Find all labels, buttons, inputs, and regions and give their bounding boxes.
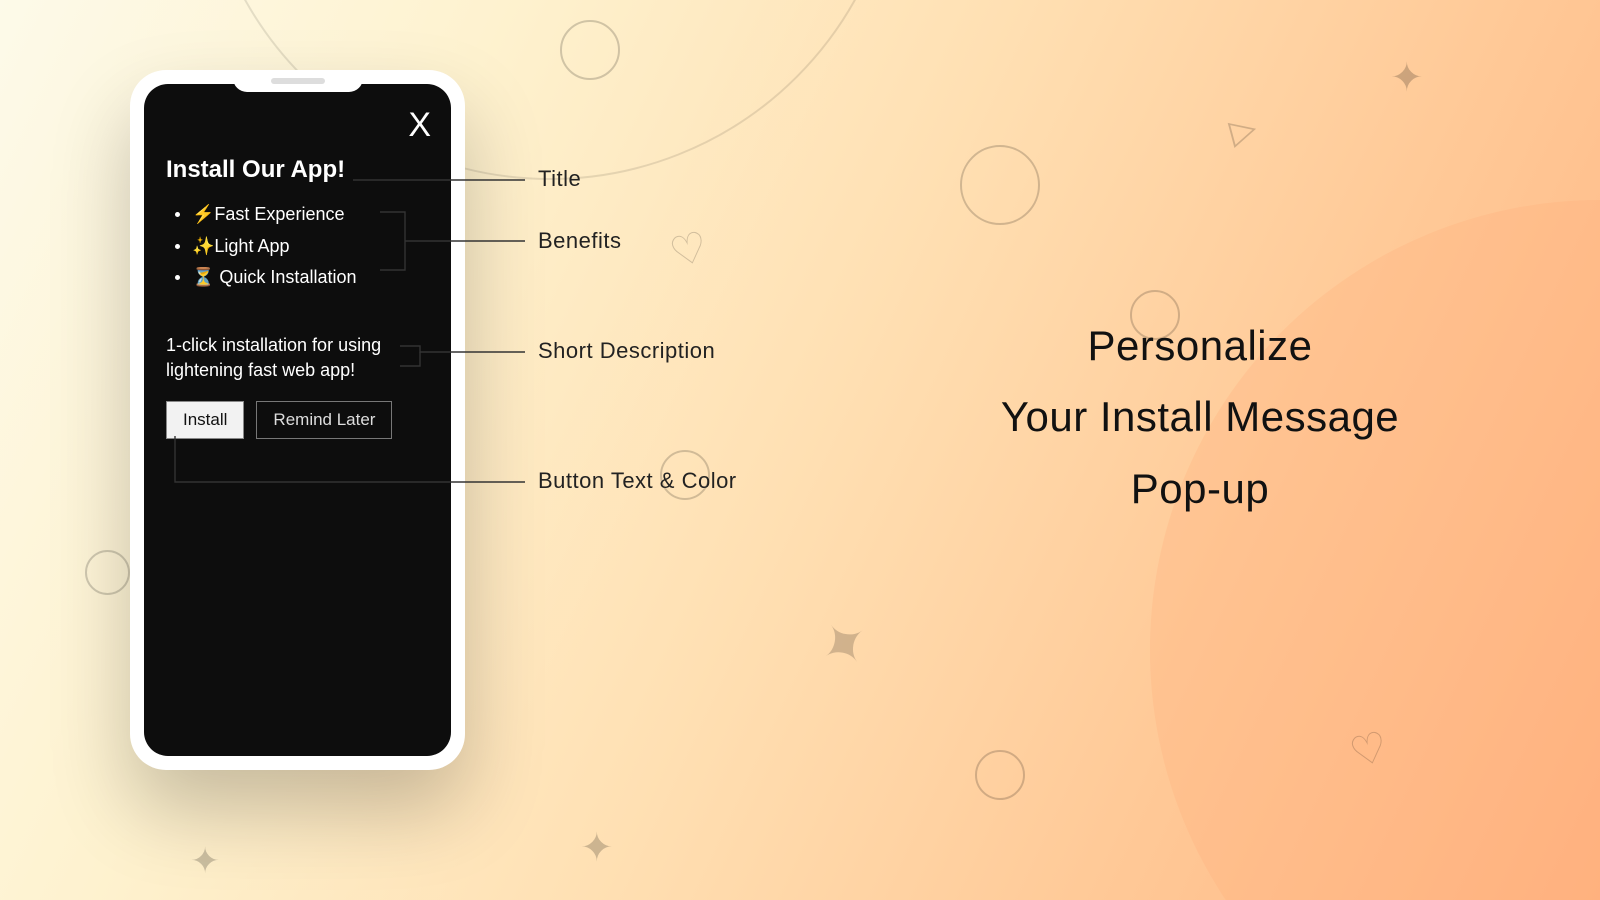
- circle-decoration: [85, 550, 130, 595]
- popup-description: 1-click installation for using lightenin…: [166, 333, 429, 383]
- headline-line: Your Install Message: [870, 381, 1530, 452]
- callout-button: Button Text & Color: [538, 468, 737, 494]
- arc-decoration: [1150, 200, 1600, 900]
- circle-decoration: [975, 750, 1025, 800]
- phone-speaker: [271, 78, 325, 84]
- sparkle-icon: ✦: [1390, 55, 1424, 101]
- sparkle-icon: ✦: [580, 825, 614, 871]
- benefit-item: ⚡Fast Experience: [192, 198, 429, 230]
- callout-description: Short Description: [538, 338, 715, 364]
- promo-stage: ✦ ✦ ✦ ♡ ♡ ✦ ▷ X Install Our App! ⚡Fast E…: [0, 0, 1600, 900]
- phone-screen: X Install Our App! ⚡Fast Experience ✨Lig…: [144, 84, 451, 756]
- marketing-headline: Personalize Your Install Message Pop-up: [870, 310, 1530, 524]
- benefit-item: ✨Light App: [192, 230, 429, 262]
- headline-line: Pop-up: [870, 453, 1530, 524]
- circle-decoration: [960, 145, 1040, 225]
- rocket-icon: ✦: [804, 602, 885, 688]
- button-row: Install Remind Later: [166, 401, 429, 439]
- popup-title: Install Our App!: [166, 156, 429, 184]
- cursor-icon: ▷: [1225, 107, 1261, 152]
- benefit-item: ⏳ Quick Installation: [192, 261, 429, 293]
- callout-benefits: Benefits: [538, 228, 622, 254]
- bell-icon: ♡: [664, 221, 713, 278]
- headline-line: Personalize: [870, 310, 1530, 381]
- sparkle-icon: ✦: [190, 840, 220, 882]
- callout-title: Title: [538, 166, 581, 192]
- remind-later-button[interactable]: Remind Later: [256, 401, 392, 439]
- install-button[interactable]: Install: [166, 401, 244, 439]
- circle-decoration: [560, 20, 620, 80]
- benefits-list: ⚡Fast Experience ✨Light App ⏳ Quick Inst…: [166, 198, 429, 293]
- close-icon[interactable]: X: [408, 108, 431, 142]
- phone-mockup: X Install Our App! ⚡Fast Experience ✨Lig…: [130, 70, 465, 770]
